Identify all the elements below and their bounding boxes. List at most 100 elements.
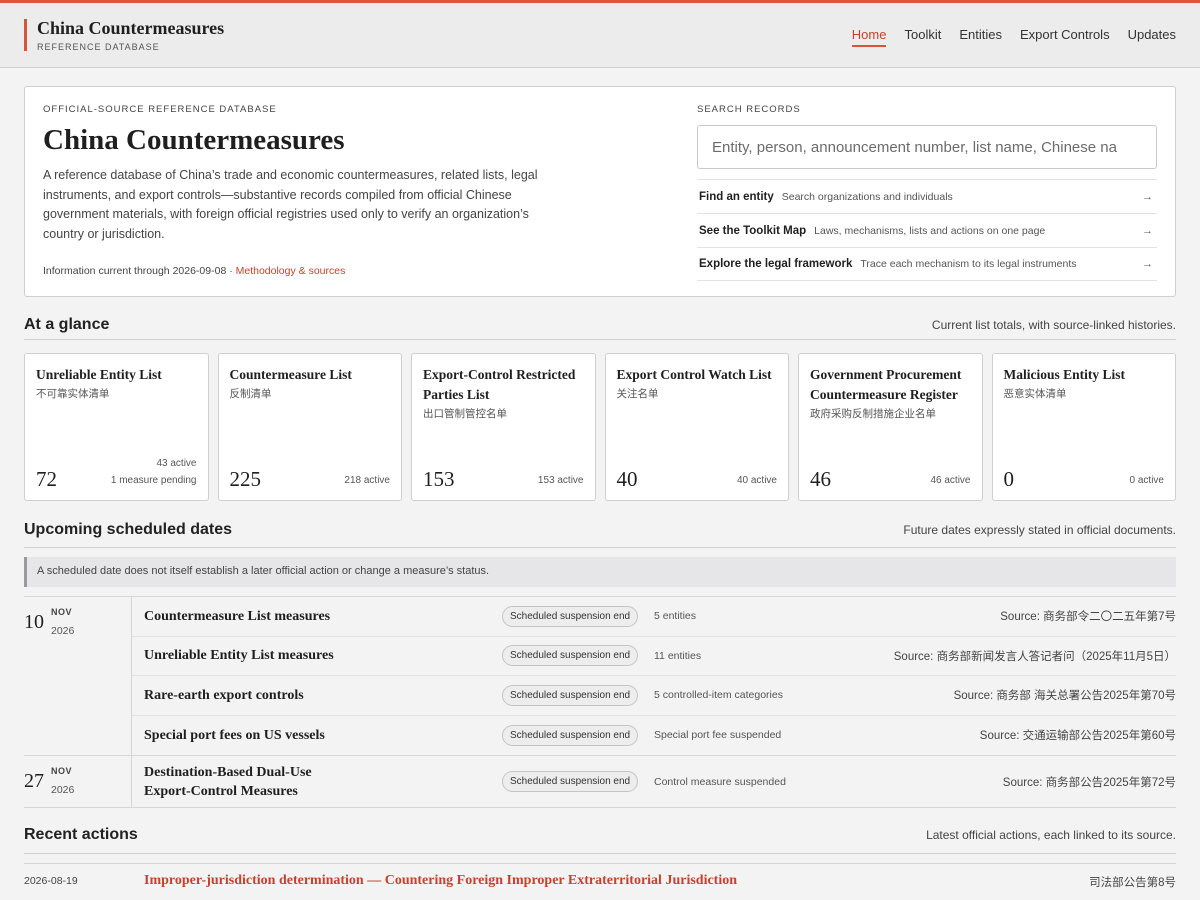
- schedule-row-title: Rare-earth export controls: [144, 687, 304, 703]
- schedule-group: 27 NOV 2026 Destination-Based Dual-Use E…: [24, 756, 1176, 808]
- arrow-right-icon: →: [1142, 190, 1153, 203]
- quick-link-desc: Laws, mechanisms, lists and actions on o…: [814, 224, 1046, 237]
- card-chinese-name: 反制清单: [229, 388, 272, 400]
- recent-note: Latest official actions, each linked to …: [926, 828, 1176, 842]
- schedule-table: 10 NOV 2026 Countermeasure List measures…: [24, 596, 1176, 808]
- card-name: Malicious Entity List: [1003, 367, 1126, 382]
- card-chinese-name: 出口管制管控名单: [423, 408, 507, 420]
- methodology-link[interactable]: Methodology & sources: [236, 265, 346, 277]
- date-year: 2026: [51, 625, 75, 637]
- card-name: Export Control Watch List: [616, 367, 772, 382]
- quick-link-title: See the Toolkit Map: [699, 224, 807, 237]
- recent-action-row: 2026-08-19 Improper-jurisdiction determi…: [24, 863, 1176, 900]
- card-name: Export-Control Restricted Parties List: [423, 367, 576, 402]
- schedule-row-detail: 5 controlled-item categories: [654, 689, 783, 702]
- recent-action-date: 2026-08-19: [24, 875, 78, 887]
- card-count: 40: [616, 467, 638, 491]
- card-chinese-name: 恶意实体清单: [1003, 388, 1067, 400]
- card-countermeasure-list[interactable]: Countermeasure List 反制清单 225 218 active: [217, 353, 402, 501]
- quick-link-toolkit-map[interactable]: See the Toolkit Map Laws, mechanisms, li…: [697, 213, 1157, 247]
- card-export-control-watch-list[interactable]: Export Control Watch List 关注名单 40 40 act…: [604, 353, 789, 501]
- recent-title: Recent actions: [24, 826, 138, 843]
- info-current-text: Information current through 2026-09-08 ·: [43, 265, 236, 277]
- brand[interactable]: China Countermeasures REFERENCE DATABASE: [24, 18, 225, 52]
- schedule-notice: A scheduled date does not itself establi…: [24, 557, 1176, 587]
- schedule-row-source[interactable]: Source: 商务部 海关总署公告2025年第70号: [954, 687, 1176, 703]
- card-export-control-restricted-parties[interactable]: Export-Control Restricted Parties List 出…: [411, 353, 596, 501]
- card-government-procurement-register[interactable]: Government Procurement Countermeasure Re…: [798, 353, 983, 501]
- card-chinese-name: 政府采购反制措施企业名单: [810, 408, 936, 420]
- card-count: 46: [810, 467, 831, 491]
- card-active-count: 43 active: [156, 458, 197, 469]
- recent-action-source[interactable]: 司法部公告第8号: [1089, 874, 1176, 890]
- schedule-row[interactable]: Special port fees on US vessels Schedule…: [132, 716, 1176, 756]
- quick-link-find-entity[interactable]: Find an entity Search organizations and …: [697, 179, 1157, 213]
- card-chinese-name: 不可靠实体清单: [36, 388, 110, 400]
- card-count: 153: [423, 467, 455, 491]
- page-title: China Countermeasures: [43, 124, 345, 156]
- nav-item-entities[interactable]: Entities: [959, 27, 1002, 47]
- hero-card: OFFICIAL-SOURCE REFERENCE DATABASE China…: [24, 86, 1176, 297]
- card-active-count: 40 active: [736, 475, 777, 486]
- card-malicious-entity-list[interactable]: Malicious Entity List 恶意实体清单 0 0 active: [991, 353, 1176, 501]
- schedule-row-title: Special port fees on US vessels: [144, 727, 325, 743]
- card-pending: 1 measure pending: [110, 475, 197, 486]
- card-active-count: 153 active: [537, 475, 584, 486]
- schedule-date: 27 NOV 2026: [24, 756, 132, 807]
- quick-link-desc: Search organizations and individuals: [781, 190, 953, 203]
- quick-link-legal-framework[interactable]: Explore the legal framework Trace each m…: [697, 247, 1157, 281]
- hero-meta: Information current through 2026-09-08 ·…: [43, 265, 345, 277]
- card-count: 225: [229, 467, 262, 491]
- schedule-rows: Destination-Based Dual-Use Export-Contro…: [132, 756, 1176, 807]
- nav-item-home[interactable]: Home: [851, 27, 887, 47]
- site-header: China Countermeasures REFERENCE DATABASE…: [0, 3, 1200, 68]
- nav-item-toolkit[interactable]: Toolkit: [904, 27, 941, 47]
- card-count: 72: [36, 467, 57, 491]
- schedule-row-title: Destination-Based Dual-Use Export-Contro…: [144, 764, 312, 799]
- recent-action-link[interactable]: Improper-jurisdiction determination — Co…: [144, 873, 737, 889]
- date-day: 27: [24, 770, 44, 792]
- nav-item-updates[interactable]: Updates: [1128, 27, 1176, 47]
- schedule-row-source[interactable]: Source: 交通运输部公告2025年第60号: [980, 727, 1176, 743]
- status-badge: Scheduled suspension end: [502, 771, 639, 792]
- schedule-row[interactable]: Destination-Based Dual-Use Export-Contro…: [132, 756, 1176, 807]
- schedule-row-source[interactable]: Source: 商务部新闻发言人答记者问（2025年11月5日）: [894, 648, 1176, 664]
- quick-link-desc: Trace each mechanism to its legal instru…: [860, 258, 1077, 270]
- schedule-row-detail: Control measure suspended: [654, 775, 786, 788]
- card-name: Unreliable Entity List: [36, 367, 162, 382]
- search-input[interactable]: [697, 125, 1157, 169]
- schedule-rows: Countermeasure List measures Scheduled s…: [132, 597, 1176, 755]
- card-count: 0: [1003, 467, 1015, 491]
- status-badge: Scheduled suspension end: [502, 645, 639, 667]
- hero-intro: OFFICIAL-SOURCE REFERENCE DATABASE China…: [43, 104, 563, 244]
- status-badge: Scheduled suspension end: [502, 684, 639, 706]
- glance-note: Current list totals, with source-linked …: [931, 318, 1176, 332]
- brand-title: China Countermeasures: [37, 18, 225, 38]
- recent-header: Recent actions Latest official actions, …: [24, 822, 1176, 854]
- schedule-row-detail: 5 entities: [654, 610, 697, 623]
- card-unreliable-entity-list[interactable]: Unreliable Entity List 不可靠实体清单 72 43 act…: [24, 353, 209, 501]
- upcoming-note: Future dates expressly stated in officia…: [903, 523, 1176, 537]
- date-month: NOV: [51, 766, 73, 776]
- date-day: 10: [24, 611, 44, 633]
- status-badge: Scheduled suspension end: [502, 724, 639, 746]
- search-label: SEARCH RECORDS: [697, 104, 801, 115]
- card-active-count: 0 active: [1129, 475, 1164, 486]
- schedule-row-source[interactable]: Source: 商务部令二〇二五年第7号: [1000, 608, 1176, 624]
- card-active-count: 218 active: [344, 475, 390, 486]
- card-chinese-name: 关注名单: [616, 388, 659, 400]
- schedule-row-detail: Special port fee suspended: [654, 729, 782, 742]
- schedule-row[interactable]: Rare-earth export controls Scheduled sus…: [132, 676, 1176, 716]
- nav-item-export-controls[interactable]: Export Controls: [1020, 27, 1110, 47]
- glance-title: At a glance: [24, 316, 110, 333]
- schedule-row-title: Countermeasure List measures: [144, 608, 331, 624]
- schedule-row-detail: 11 entities: [654, 649, 702, 662]
- date-year: 2026: [51, 784, 75, 796]
- date-month: NOV: [51, 607, 73, 617]
- schedule-row-source[interactable]: Source: 商务部公告2025年第72号: [1003, 774, 1176, 790]
- quick-links: Find an entity Search organizations and …: [697, 179, 1157, 281]
- schedule-row[interactable]: Unreliable Entity List measures Schedule…: [132, 637, 1176, 676]
- schedule-row[interactable]: Countermeasure List measures Scheduled s…: [132, 597, 1176, 637]
- card-active-count: 46 active: [930, 475, 971, 486]
- glance-header: At a glance Current list totals, with so…: [24, 312, 1176, 340]
